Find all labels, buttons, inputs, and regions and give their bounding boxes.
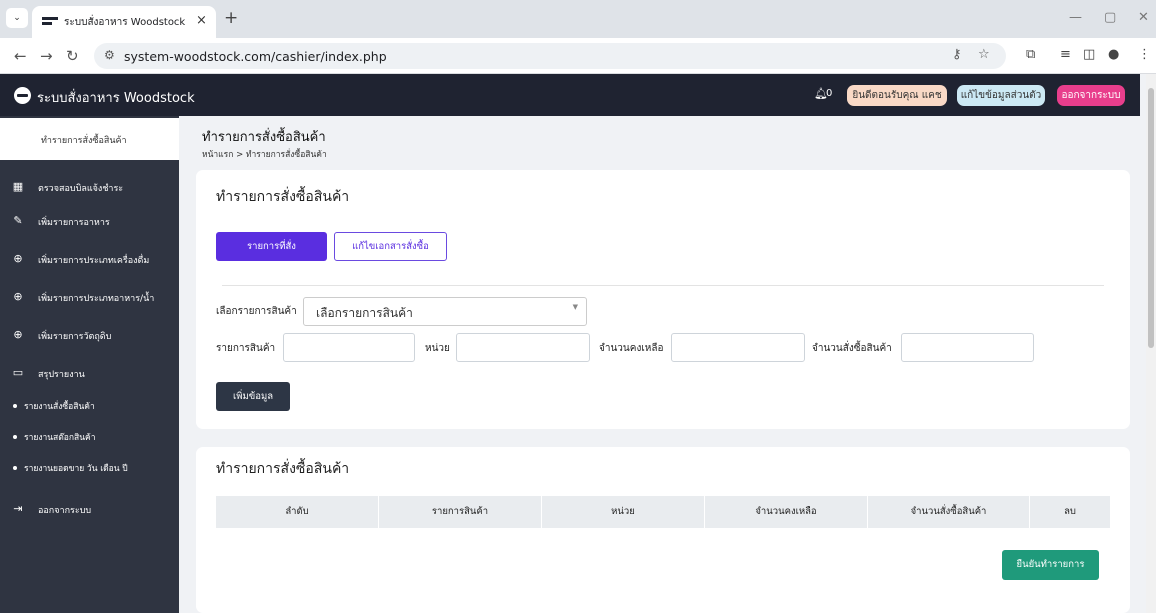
sidebar-item-add-food[interactable]: ✎ เพิ่มรายการอาหาร [0,211,179,233]
sidebar-item-label: เพิ่มรายการวัตถุดิบ [38,332,112,342]
tab-search-chevron-icon[interactable]: ⌄ [6,8,28,28]
sidebar-item-add-drink-type[interactable]: ⊕ เพิ่มรายการประเภทเครื่องดื่ม [0,249,179,271]
scrollbar-thumb[interactable] [1148,88,1154,348]
product-select[interactable]: เลือกรายการสินค้า ▼ [303,297,587,326]
sidebar-subitem-label: รายงานยอดขาย วัน เดือน ปี [24,464,128,474]
unit-label: หน่วย [425,343,450,354]
notification-count: 0 [826,88,833,99]
favicon-icon [42,17,58,25]
sidebar-item-label: ออกจากระบบ [38,506,92,516]
tab-title: ระบบสั่งอาหาร Woodstock [64,17,186,28]
table-header: ลำดับ รายการสินค้า หน่วย จำนวนคงเหลือ จำ… [216,496,1110,528]
product-select-value: เลือกรายการสินค้า [316,306,413,320]
column-header-remaining: จำนวนคงเหลือ [755,506,817,517]
report-icon: ▭ [12,366,24,379]
plus-circle-icon: ⊕ [13,252,23,265]
site-settings-icon[interactable]: ⚙ [104,48,115,62]
reload-icon[interactable]: ↻ [66,47,79,65]
edit-order-doc-button[interactable]: แก้ไขเอกสารสั่งซื้อ [334,232,447,261]
bookmark-star-icon[interactable]: ☆ [978,47,990,62]
maximize-icon[interactable]: ▢ [1104,10,1116,25]
reading-list-icon[interactable]: ≡ [1060,47,1071,62]
extensions-icon[interactable]: ⧉ [1026,47,1035,62]
sidebar-item-check-bills[interactable]: ▦ ตรวจสอบบิลแจ้งชำระ [0,177,179,199]
sidebar-item-logout[interactable]: ⇥ ออกจากระบบ [0,499,179,521]
password-key-icon[interactable]: ⚷ [952,47,962,62]
table-card-title: ทำรายการสั่งซื้อสินค้า [216,461,350,477]
form-card-title: ทำรายการสั่งซื้อสินค้า [216,189,350,205]
page-title: ทำรายการสั่งซื้อสินค้า [202,130,326,145]
order-qty-input[interactable] [901,333,1034,362]
confirm-order-button[interactable]: ยืนยันทำรายการ [1002,550,1099,580]
sidebar-subitem-label: รายงานสั่งซื้อสินค้า [24,402,95,412]
product-label: รายการสินค้า [216,343,276,354]
edit-icon: ✎ [13,214,23,227]
logout-button[interactable]: ออกจากระบบ [1057,85,1125,106]
remaining-input[interactable] [671,333,805,362]
chevron-down-icon: ▼ [572,303,578,311]
sidebar-item-add-ingredient[interactable]: ⊕ เพิ่มรายการวัตถุดิบ [0,325,179,347]
app-header: ระบบสั่งอาหาร Woodstock 🔔︎ 0 ยินดีตอนรับ… [0,74,1140,116]
logo-icon [14,87,31,104]
sidebar-item-label: เพิ่มรายการประเภทอาหาร/น้ำ [38,294,155,304]
column-header-order-qty: จำนวนสั่งซื้อสินค้า [910,506,987,517]
menu-kebab-icon[interactable]: ⋮ [1138,47,1151,62]
column-header-index: ลำดับ [285,506,309,517]
select-product-label: เลือกรายการสินค้า [216,306,297,317]
column-header-product: รายการสินค้า [431,506,489,517]
bullet-icon [13,466,17,470]
profile-avatar-icon[interactable]: ● [1108,47,1119,62]
page-scrollbar[interactable] [1146,74,1156,613]
column-header-delete: ลบ [1064,506,1076,517]
product-input[interactable] [283,333,415,362]
dashboard-icon: ▦ [12,180,24,193]
sidebar-item-label: เพิ่มรายการประเภทเครื่องดื่ม [38,256,150,266]
column-header-unit: หน่วย [611,506,635,517]
bullet-icon [13,435,17,439]
orders-list-button[interactable]: รายการที่สั่ง [216,232,327,261]
edit-profile-button[interactable]: แก้ไขข้อมูลส่วนตัว [957,85,1045,106]
back-icon[interactable]: ← [14,47,27,65]
remaining-label: จำนวนคงเหลือ [599,343,664,354]
window-close-icon[interactable]: ✕ [1138,10,1149,25]
tab-close-icon[interactable]: × [196,13,207,28]
sidebar-item-add-food-type[interactable]: ⊕ เพิ่มรายการประเภทอาหาร/น้ำ [0,287,179,309]
browser-toolbar: ← → ↻ ⚙ system-woodstock.com/cashier/ind… [0,38,1156,74]
sidebar-item-order[interactable]: ทำรายการสั่งซื้อสินค้า [0,118,179,160]
welcome-badge: ยินดีตอนรับคุณ แคช [847,85,947,106]
logout-icon: ⇥ [13,502,23,515]
sidebar-item-label: ทำรายการสั่งซื้อสินค้า [41,136,127,146]
sidebar-item-label: สรุปรายงาน [38,370,85,380]
order-qty-label: จำนวนสั่งซื้อสินค้า [812,343,892,354]
url-text[interactable]: system-woodstock.com/cashier/index.php [124,49,387,64]
browser-tabbar: ⌄ ระบบสั่งอาหาร Woodstock × + — ▢ ✕ [0,0,1156,38]
plus-circle-icon: ⊕ [13,290,23,303]
breadcrumb[interactable]: หน้าแรก > ทำรายการสั่งซื้อสินค้า [202,147,327,161]
sidebar-item-label: ตรวจสอบบิลแจ้งชำระ [38,184,124,194]
browser-tab[interactable]: ระบบสั่งอาหาร Woodstock × [32,6,216,38]
add-data-button[interactable]: เพิ่มข้อมูล [216,382,290,411]
forward-icon[interactable]: → [40,47,53,65]
sidebar-subitem-label: รายงานสต๊อกสินค้า [24,433,96,443]
side-panel-icon[interactable]: ◫ [1083,47,1095,62]
brand-title[interactable]: ระบบสั่งอาหาร Woodstock [37,87,195,108]
address-bar[interactable]: ⚙ system-woodstock.com/cashier/index.php… [94,43,1006,69]
sidebar-item-reports[interactable]: ▭ สรุปรายงาน [0,363,179,385]
plus-circle-icon: ⊕ [13,328,23,341]
divider [222,285,1104,286]
unit-input[interactable] [456,333,590,362]
sidebar-subitem-order-report[interactable]: รายงานสั่งซื้อสินค้า [0,397,179,415]
sidebar-subitem-sales-report[interactable]: รายงานยอดขาย วัน เดือน ปี [0,459,179,477]
sidebar-item-label: เพิ่มรายการอาหาร [38,218,110,228]
bullet-icon [13,404,17,408]
sidebar-subitem-stock-report[interactable]: รายงานสต๊อกสินค้า [0,428,179,446]
new-tab-icon[interactable]: + [224,8,238,28]
minimize-icon[interactable]: — [1069,10,1082,25]
